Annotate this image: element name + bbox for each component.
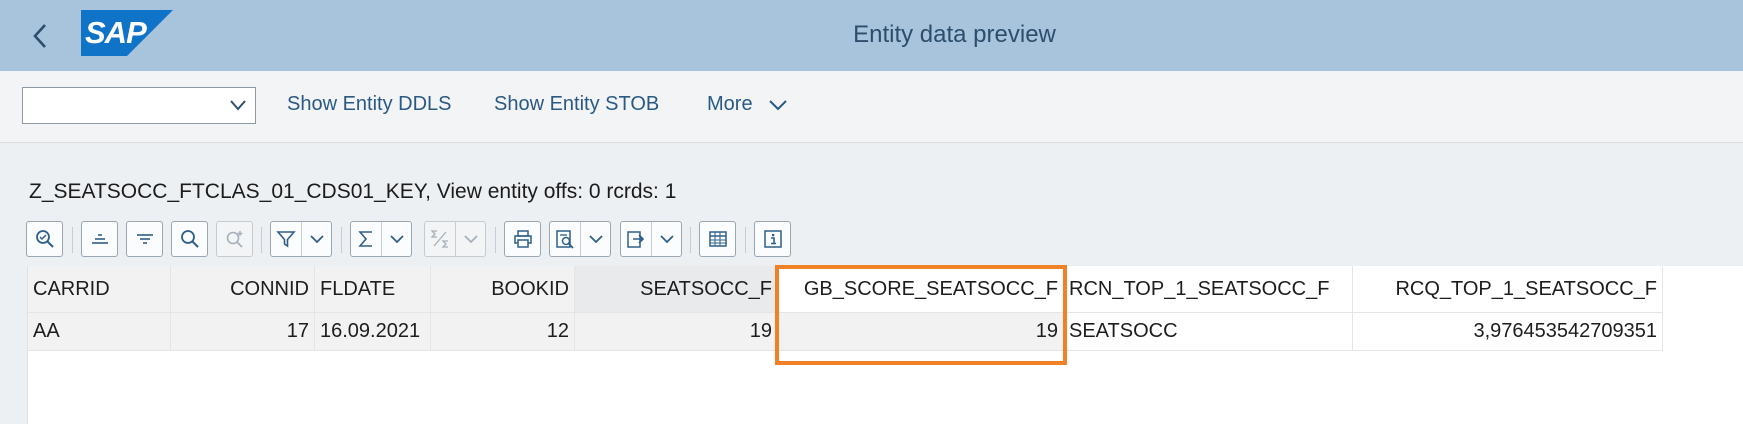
chevron-down-icon (230, 100, 246, 111)
chevron-down-icon (463, 235, 478, 244)
filter-button[interactable] (270, 221, 332, 257)
separator (745, 227, 746, 253)
print-button[interactable] (504, 221, 541, 257)
chevron-down-icon (588, 235, 603, 244)
sort-ascending-icon (91, 234, 108, 244)
cell-rcn-top-1-seatsocc-f[interactable]: SEATSOCC (1064, 313, 1353, 351)
spreadsheet-icon (708, 231, 727, 247)
sort-descending-icon (136, 234, 153, 244)
column-header-gb-score-seatsocc-f[interactable]: GB_SCORE_SEATSOCC_F (778, 266, 1064, 313)
cell-rcq-top-1-seatsocc-f[interactable]: 3,976453542709351 (1353, 313, 1663, 351)
subtotal-icon (430, 230, 448, 248)
print-icon (513, 230, 532, 248)
column-header-carrid[interactable]: CARRID (28, 266, 171, 313)
find-icon (180, 230, 199, 248)
table-row[interactable]: AA 17 16.09.2021 12 19 19 SEATSOCC 3,976… (28, 313, 1663, 351)
page-title: Entity data preview (853, 21, 1056, 48)
column-header-fldate[interactable]: FLDATE (315, 266, 431, 313)
column-header-connid[interactable]: CONNID (171, 266, 315, 313)
separator (261, 227, 262, 253)
total-button[interactable] (350, 221, 412, 257)
info-icon (763, 230, 782, 248)
cell-seatsocc-f[interactable]: 19 (575, 313, 778, 351)
subtotal-button[interactable] (424, 221, 486, 257)
show-entity-ddls-button[interactable]: Show Entity DDLS (287, 93, 452, 116)
sort-ascending-button[interactable] (81, 221, 118, 257)
info-button[interactable] (754, 221, 791, 257)
export-button[interactable] (620, 221, 682, 257)
find-next-button[interactable] (216, 221, 253, 257)
separator (72, 227, 73, 253)
application-toolbar: Show Entity DDLS Show Entity STOB More (0, 71, 1743, 143)
column-header-rcn-top-1-seatsocc-f[interactable]: RCN_TOP_1_SEATSOCC_F (1064, 266, 1353, 313)
sort-descending-button[interactable] (126, 221, 163, 257)
column-header-rcq-top-1-seatsocc-f[interactable]: RCQ_TOP_1_SEATSOCC_F (1353, 266, 1663, 313)
view-icon (556, 230, 574, 249)
cell-connid[interactable]: 17 (171, 313, 315, 351)
filter-icon (276, 231, 296, 248)
data-grid: CARRID CONNID FLDATE BOOKID SEATSOCC_F G… (27, 266, 1743, 424)
export-icon (627, 231, 645, 248)
more-button[interactable]: More (707, 93, 788, 116)
variant-select[interactable] (22, 87, 256, 124)
cell-carrid[interactable]: AA (28, 313, 171, 351)
column-header-bookid[interactable]: BOOKID (431, 266, 575, 313)
chevron-down-icon (309, 235, 324, 244)
details-button[interactable] (26, 221, 63, 257)
chevron-down-icon (659, 235, 674, 244)
grid-header-row: CARRID CONNID FLDATE BOOKID SEATSOCC_F G… (28, 266, 1663, 313)
column-header-seatsocc-f[interactable]: SEATSOCC_F (575, 266, 778, 313)
cell-gb-score-seatsocc-f[interactable]: 19 (778, 313, 1064, 351)
view-button[interactable] (549, 221, 611, 257)
separator (341, 227, 342, 253)
find-button[interactable] (171, 221, 208, 257)
chevron-down-icon (769, 100, 787, 111)
cell-fldate[interactable]: 16.09.2021 (315, 313, 431, 351)
more-label: More (707, 93, 753, 115)
separator (690, 227, 691, 253)
grid-toolbar (26, 221, 1726, 259)
total-icon (358, 231, 372, 247)
details-icon (35, 230, 54, 248)
separator (495, 227, 496, 253)
entity-heading: Z_SEATSOCC_FTCLAS_01_CDS01_KEY, View ent… (29, 180, 677, 203)
find-next-icon (226, 231, 243, 248)
shell-header: SAP Entity data preview (0, 0, 1743, 71)
cell-bookid[interactable]: 12 (431, 313, 575, 351)
chevron-down-icon (389, 235, 404, 244)
show-entity-stob-button[interactable]: Show Entity STOB (494, 93, 659, 116)
spreadsheet-button[interactable] (699, 221, 736, 257)
